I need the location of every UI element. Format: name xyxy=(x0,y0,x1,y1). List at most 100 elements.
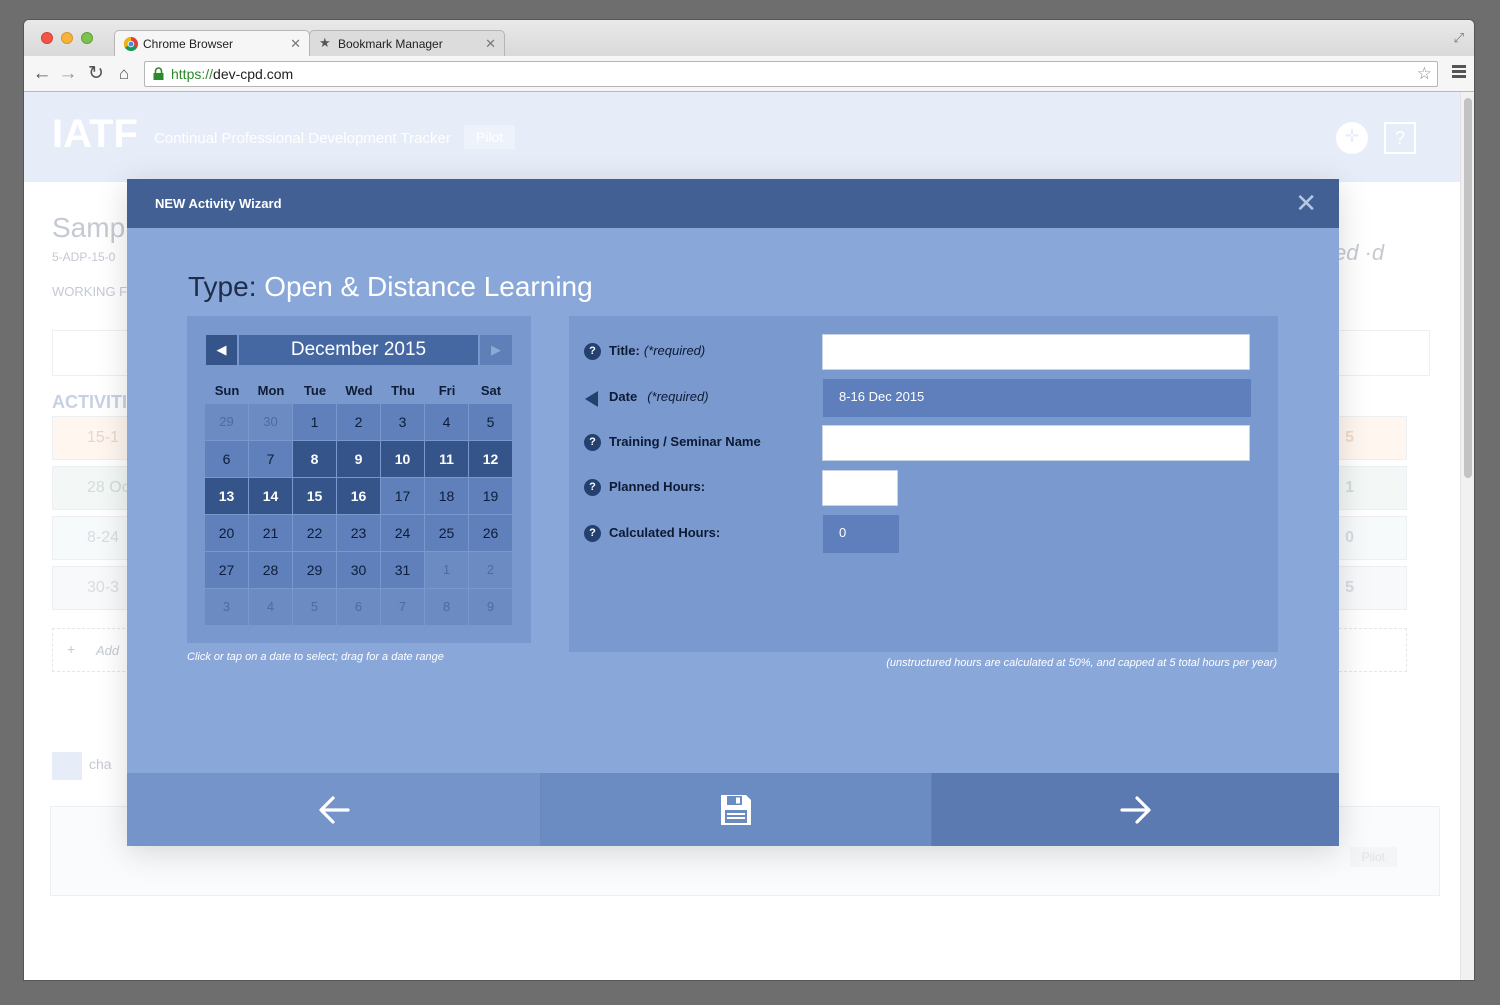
reload-icon[interactable]: ↻ xyxy=(84,62,108,86)
calendar-day[interactable]: 1 xyxy=(293,404,336,440)
calendar-day[interactable]: 4 xyxy=(249,589,292,625)
help-icon[interactable]: ? xyxy=(584,525,601,542)
list-icon[interactable] xyxy=(52,752,82,780)
help-icon[interactable]: ? xyxy=(584,343,601,360)
help-icon[interactable]: ? xyxy=(584,434,601,451)
chrome-icon xyxy=(124,37,138,51)
calendar-day[interactable]: 20 xyxy=(205,515,248,551)
vertical-scrollbar[interactable] xyxy=(1460,92,1474,980)
tab-strip: Chrome Browser ✕ ★ Bookmark Manager ✕ ⤢ xyxy=(24,20,1474,56)
close-tab-icon[interactable]: ✕ xyxy=(485,31,496,57)
calendar-day[interactable]: 18 xyxy=(425,478,468,514)
calendar-day[interactable]: 4 xyxy=(425,404,468,440)
calendar-day[interactable]: 30 xyxy=(337,552,380,588)
calendar-day[interactable]: 19 xyxy=(469,478,512,514)
calendar-day[interactable]: 7 xyxy=(381,589,424,625)
close-tab-icon[interactable]: ✕ xyxy=(290,31,301,57)
next-month-button[interactable]: ▶ xyxy=(480,335,512,365)
zoom-window-button[interactable] xyxy=(81,32,93,44)
activities-heading: ACTIVITI xyxy=(52,392,127,412)
next-button[interactable] xyxy=(932,773,1339,846)
calendar-day[interactable]: 5 xyxy=(293,589,336,625)
address-bar[interactable]: https://dev-cpd.com ☆ xyxy=(144,61,1438,87)
activity-type-heading: Type: Open & Distance Learning xyxy=(188,271,593,303)
page-title: Samp xyxy=(52,212,126,243)
calendar-day[interactable]: 8 xyxy=(425,589,468,625)
activity-form: ? Title: (*required) Date (*required) 8-16… xyxy=(569,316,1278,652)
modal-title: NEW Activity Wizard xyxy=(155,196,282,211)
title-label: Title: (*required) xyxy=(609,343,706,358)
calendar-day[interactable]: 27 xyxy=(205,552,248,588)
close-window-button[interactable] xyxy=(41,32,53,44)
calendar-day-selected[interactable]: 13 xyxy=(205,478,248,514)
weekday-label: Mon xyxy=(257,383,285,398)
floppy-disk-icon xyxy=(721,794,751,825)
calendar-day[interactable]: 6 xyxy=(337,589,380,625)
calendar-day[interactable]: 23 xyxy=(337,515,380,551)
calendar-day[interactable]: 29 xyxy=(293,552,336,588)
close-icon[interactable]: ✕ xyxy=(1295,190,1317,216)
app-header: IATF Continual Professional Development … xyxy=(24,92,1460,182)
previous-month-button[interactable]: ◀ xyxy=(206,335,237,365)
tab-bookmark-manager[interactable]: ★ Bookmark Manager ✕ xyxy=(309,30,505,56)
calendar-day[interactable]: 31 xyxy=(381,552,424,588)
save-button[interactable] xyxy=(541,773,932,846)
calendar-day[interactable]: 25 xyxy=(425,515,468,551)
help-icon[interactable]: ? xyxy=(584,479,601,496)
url-scheme: https:// xyxy=(171,66,214,82)
back-button[interactable] xyxy=(127,773,541,846)
tab-label: Chrome Browser xyxy=(143,37,234,51)
title-input[interactable] xyxy=(822,334,1250,370)
fullscreen-icon[interactable]: ⤢ xyxy=(1454,30,1464,46)
hours-note: (unstructured hours are calculated at 50… xyxy=(886,657,1277,669)
calendar-day-selected[interactable]: 8 xyxy=(293,441,336,477)
calendar-day-selected[interactable]: 10 xyxy=(381,441,424,477)
date-value[interactable]: 8-16 Dec 2015 xyxy=(823,379,1251,417)
calendar-day[interactable]: 24 xyxy=(381,515,424,551)
new-activity-wizard-modal: NEW Activity Wizard ✕ Type: Open & Dista… xyxy=(127,179,1339,846)
help-icon[interactable]: ? xyxy=(1384,122,1416,154)
back-icon[interactable]: ← xyxy=(30,62,54,86)
calendar-day[interactable]: 9 xyxy=(469,589,512,625)
seminar-name-input[interactable] xyxy=(822,425,1250,461)
modal-header: NEW Activity Wizard ✕ xyxy=(127,179,1339,228)
calendar-day[interactable]: 5 xyxy=(469,404,512,440)
date-row: Date (*required) 8-16 Dec 2015 xyxy=(584,379,1264,417)
calendar-day[interactable]: 6 xyxy=(205,441,248,477)
weekday-label: Tue xyxy=(303,383,327,398)
caret-left-icon[interactable] xyxy=(585,391,598,407)
url-host: dev-cpd.com xyxy=(213,66,294,82)
menu-icon[interactable] xyxy=(1452,65,1466,80)
tab-chrome-browser[interactable]: Chrome Browser ✕ xyxy=(114,30,310,56)
planned-hours-input[interactable] xyxy=(822,470,898,506)
weekday-label: Thu xyxy=(391,383,415,398)
minimize-window-button[interactable] xyxy=(61,32,73,44)
calendar-day[interactable]: 26 xyxy=(469,515,512,551)
calendar-day-selected[interactable]: 14 xyxy=(249,478,292,514)
calendar-day-selected[interactable]: 15 xyxy=(293,478,336,514)
home-icon[interactable]: ⌂ xyxy=(112,62,136,86)
calendar-day[interactable]: 28 xyxy=(249,552,292,588)
calendar-day-selected[interactable]: 11 xyxy=(425,441,468,477)
calendar-day-selected[interactable]: 12 xyxy=(469,441,512,477)
pilot-badge: Pilot xyxy=(464,125,516,149)
date-picker: ◀ December 2015 ▶ Sun Mon Tue Wed Thu Fri Sat … xyxy=(187,316,531,643)
calendar-day[interactable]: 29 xyxy=(205,404,248,440)
calendar-day[interactable]: 22 xyxy=(293,515,336,551)
calendar-day[interactable]: 3 xyxy=(205,589,248,625)
browser-window: Chrome Browser ✕ ★ Bookmark Manager ✕ ⤢ … xyxy=(24,20,1474,980)
calendar-day[interactable]: 17 xyxy=(381,478,424,514)
calendar-day[interactable]: 21 xyxy=(249,515,292,551)
calendar-day[interactable]: 2 xyxy=(337,404,380,440)
bookmark-star-icon[interactable]: ☆ xyxy=(1417,62,1432,86)
calendar-day-selected[interactable]: 9 xyxy=(337,441,380,477)
forward-icon[interactable]: → xyxy=(56,62,80,86)
calendar-day[interactable]: 2 xyxy=(469,552,512,588)
lifebuoy-icon[interactable]: ✛ xyxy=(1336,122,1368,154)
calendar-day[interactable]: 3 xyxy=(381,404,424,440)
calculated-hours-row: ? Calculated Hours: 0 xyxy=(584,515,1264,553)
calendar-day-selected[interactable]: 16 xyxy=(337,478,380,514)
calendar-day[interactable]: 7 xyxy=(249,441,292,477)
calendar-day[interactable]: 30 xyxy=(249,404,292,440)
calendar-day[interactable]: 1 xyxy=(425,552,468,588)
